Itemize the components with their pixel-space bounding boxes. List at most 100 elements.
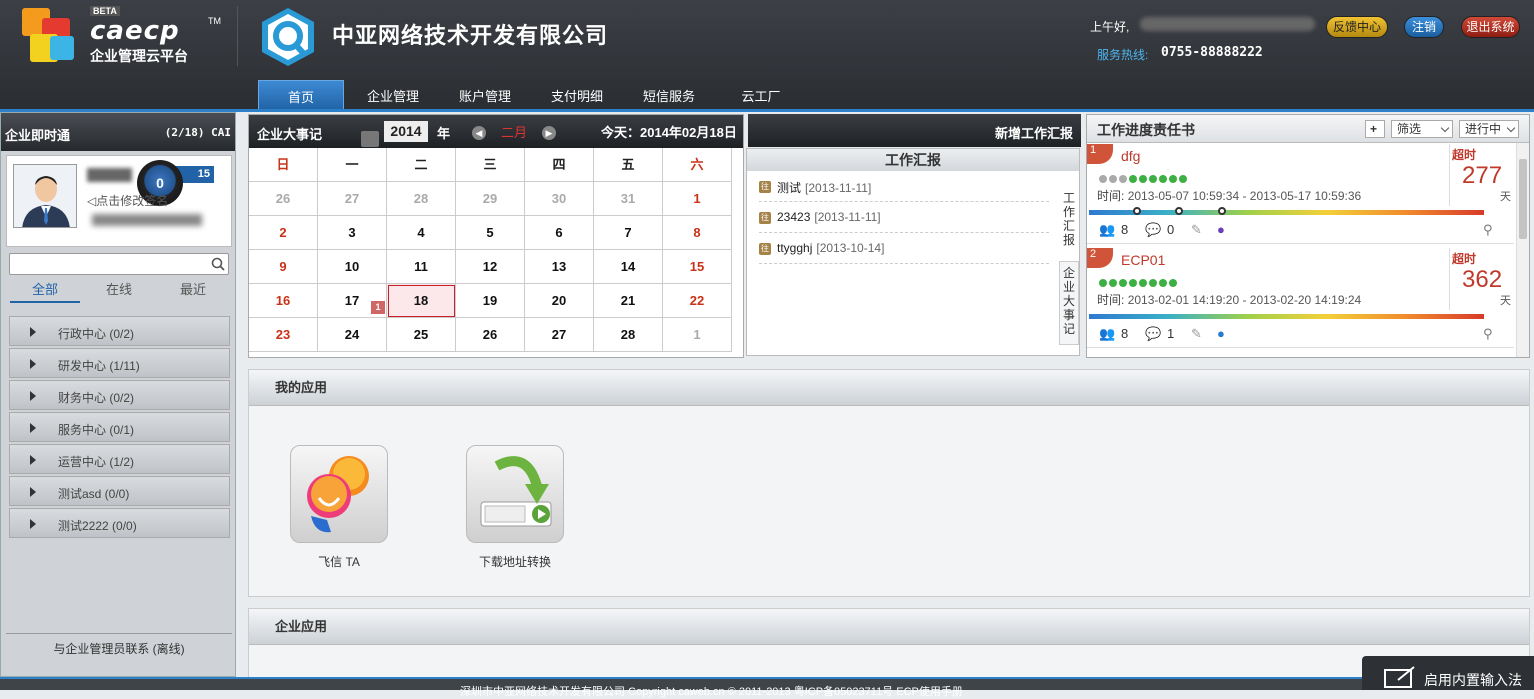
comments-icon[interactable]: 💬 [1145, 326, 1161, 342]
comments-icon[interactable]: 💬 [1145, 222, 1161, 238]
logout-button[interactable]: 注销 [1404, 16, 1444, 38]
day-cell[interactable]: 1 [663, 318, 732, 352]
feedback-center-button[interactable]: 反馈中心 [1326, 16, 1388, 38]
scrollbar-thumb[interactable] [1519, 159, 1527, 239]
year-input[interactable]: 2014 [384, 121, 428, 142]
edit-signature-link[interactable]: ◁点击修改签名 [87, 192, 168, 209]
today-cell[interactable]: 1 18 [371, 284, 456, 318]
day-cell[interactable]: 19 [456, 284, 525, 318]
day-cell[interactable]: 12 [456, 250, 525, 284]
progress-scrollbar[interactable] [1516, 143, 1529, 357]
download-convert-icon[interactable] [466, 445, 564, 543]
add-task-button[interactable]: + [1365, 120, 1385, 138]
day-cell[interactable]: 27 [318, 182, 387, 216]
task-card[interactable]: 1 dfg 时间: 2013-05-07 10:59:34 - 2013-05-… [1087, 144, 1514, 244]
day-cell[interactable]: 16 [249, 284, 318, 318]
owner-icon[interactable]: ● [1217, 222, 1225, 237]
nav-sms[interactable]: 短信服务 [636, 80, 702, 110]
day-cell[interactable]: 22 [663, 284, 732, 318]
group-item[interactable]: 测试2222 (0/0) [9, 508, 230, 538]
filter-select[interactable]: 筛选 [1391, 120, 1453, 138]
group-item[interactable]: 行政中心 (0/2) [9, 316, 230, 346]
app-download-convert[interactable]: 下载地址转换 [465, 445, 565, 570]
ime-toggle[interactable]: 启用内置输入法 [1362, 656, 1534, 690]
edit-icon[interactable]: ✎ [1191, 326, 1202, 342]
day-cell[interactable]: 28 [387, 182, 456, 216]
day-cell[interactable]: 5 [456, 216, 525, 250]
day-cell[interactable]: 7 [594, 216, 663, 250]
search-icon[interactable]: ⚲ [1483, 222, 1493, 238]
group-item[interactable]: 运营中心 (1/2) [9, 444, 230, 474]
new-work-report-button[interactable]: 新增工作汇报 [995, 123, 1073, 142]
report-item[interactable]: 往 ttygghj [2013-10-14] [759, 233, 1049, 264]
status-select[interactable]: 进行中 [1459, 120, 1519, 138]
milestone-marker[interactable] [1175, 207, 1183, 215]
day-cell[interactable]: 25 [387, 318, 456, 352]
day-cell[interactable]: 21 [594, 284, 663, 318]
day-cell[interactable]: 14 [594, 250, 663, 284]
tab-events-vertical[interactable]: 企业大事记 [1059, 261, 1079, 345]
nav-payments[interactable]: 支付明细 [544, 80, 610, 110]
members-icon[interactable]: 👥 [1099, 326, 1115, 342]
day-cell[interactable]: 26 [249, 182, 318, 216]
owner-icon[interactable]: ● [1217, 326, 1225, 341]
day-cell[interactable]: 6 [525, 216, 594, 250]
contact-search-input[interactable] [9, 253, 229, 275]
day-cell[interactable]: 20 [525, 284, 594, 318]
day-cell[interactable]: 28 [594, 318, 663, 352]
day-cell[interactable]: 9 [249, 250, 318, 284]
day-cell[interactable]: 1 [663, 182, 732, 216]
day-cell[interactable]: 31 [594, 182, 663, 216]
group-item[interactable]: 研发中心 (1/11) [9, 348, 230, 378]
day-cell[interactable]: 2 [249, 216, 318, 250]
event-count-marker[interactable]: 1 [371, 301, 385, 314]
day-cell[interactable]: 23 [249, 318, 318, 352]
tab-online[interactable]: 在线 [84, 279, 154, 303]
day-cell[interactable]: 10 [318, 250, 387, 284]
fetion-icon[interactable] [290, 445, 388, 543]
day-cell[interactable]: 15 [663, 250, 732, 284]
caecp-logo[interactable]: BETA caecp TM 企业管理云平台 [20, 6, 230, 66]
search-icon[interactable] [211, 257, 225, 271]
copyright-text[interactable]: 深圳市中亚网络技术开发有限公司 Copyright caweb.cn © 201… [460, 683, 963, 699]
group-item[interactable]: 测试asd (0/0) [9, 476, 230, 506]
group-item[interactable]: 服务中心 (0/1) [9, 412, 230, 442]
task-actions: 👥 8 💬 0 ✎ ● ⚲ [1099, 222, 1499, 240]
expand-arrow-icon [30, 455, 36, 465]
day-cell[interactable]: 29 [456, 182, 525, 216]
prev-month-icon[interactable]: ◀ [472, 126, 486, 140]
search-icon[interactable]: ⚲ [1483, 326, 1493, 342]
contact-admin-link[interactable]: 与企业管理员联系 (离线) [6, 633, 232, 661]
day-cell[interactable]: 30 [525, 182, 594, 216]
tab-recent[interactable]: 最近 [158, 279, 228, 303]
day-cell[interactable]: 24 [318, 318, 387, 352]
year-spinner[interactable] [361, 131, 379, 147]
members-icon[interactable]: 👥 [1099, 222, 1115, 238]
nav-account[interactable]: 账户管理 [452, 80, 518, 110]
exit-system-button[interactable]: 退出系统 [1461, 16, 1520, 38]
task-name[interactable]: ECP01 [1121, 252, 1165, 268]
milestone-marker[interactable] [1133, 207, 1141, 215]
next-month-icon[interactable]: ▶ [542, 126, 556, 140]
app-fetion[interactable]: 飞信 TA [289, 445, 389, 570]
day-cell[interactable]: 27 [525, 318, 594, 352]
day-cell[interactable]: 4 [387, 216, 456, 250]
tab-work-report-vertical[interactable]: 工作汇报 [1059, 187, 1079, 249]
milestone-marker[interactable] [1218, 207, 1226, 215]
nav-enterprise[interactable]: 企业管理 [360, 80, 426, 110]
day-cell[interactable]: 3 [318, 216, 387, 250]
nav-home[interactable]: 首页 [258, 80, 344, 110]
tab-all[interactable]: 全部 [10, 279, 80, 303]
edit-icon[interactable]: ✎ [1191, 222, 1202, 238]
avatar[interactable] [13, 164, 77, 228]
day-cell[interactable]: 13 [525, 250, 594, 284]
report-item[interactable]: 往 23423 [2013-11-11] [759, 202, 1049, 233]
nav-cloud-factory[interactable]: 云工厂 [730, 80, 792, 110]
task-card[interactable]: 2 ECP01 时间: 2013-02-01 14:19:20 - 2013-0… [1087, 248, 1514, 348]
day-cell[interactable]: 8 [663, 216, 732, 250]
day-cell[interactable]: 11 [387, 250, 456, 284]
group-item[interactable]: 财务中心 (0/2) [9, 380, 230, 410]
task-name[interactable]: dfg [1121, 148, 1140, 164]
report-item[interactable]: 往测试 [2013-11-11] [759, 171, 1049, 202]
day-cell[interactable]: 26 [456, 318, 525, 352]
